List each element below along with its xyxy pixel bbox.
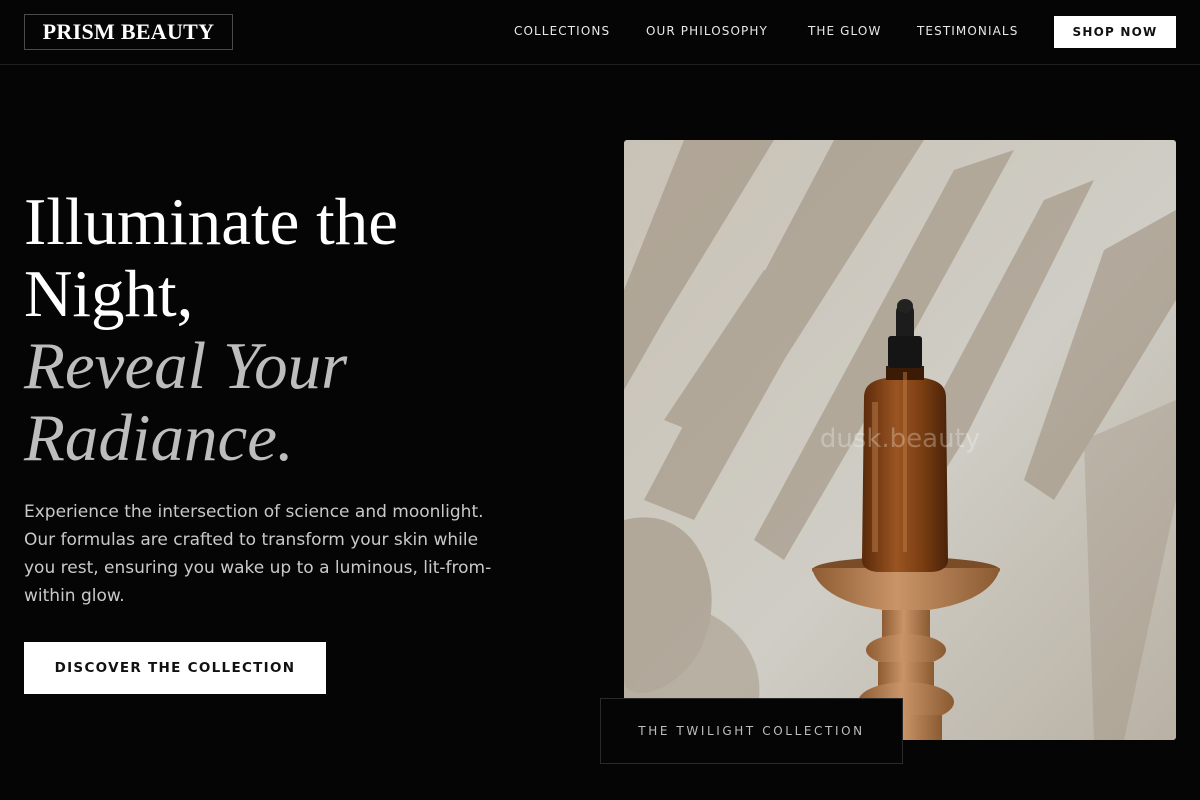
serum-bottle-illustration xyxy=(624,140,1176,740)
nav-link-testimonials[interactable]: TESTIMONIALS xyxy=(917,24,1018,38)
headline-line-2: Night, xyxy=(24,257,194,331)
headline-line-4: Radiance. xyxy=(24,401,294,475)
shop-now-button[interactable]: SHOP NOW xyxy=(1054,16,1176,48)
discover-collection-button[interactable]: DISCOVER THE COLLECTION xyxy=(24,642,326,694)
nav-link-the-glow[interactable]: THE GLOW xyxy=(808,24,881,38)
nav-link-collections[interactable]: COLLECTIONS xyxy=(514,24,610,38)
site-header: PRISM BEAUTY COLLECTIONS OUR PHILOSOPHY … xyxy=(0,0,1200,65)
headline-line-1: Illuminate the xyxy=(24,185,398,259)
brand-logo[interactable]: PRISM BEAUTY xyxy=(24,14,233,50)
nav-link-our-philosophy[interactable]: OUR PHILOSOPHY xyxy=(646,24,768,38)
headline-line-3: Reveal Your xyxy=(24,329,348,403)
product-image: dusk.beauty xyxy=(624,140,1176,740)
landing-page: PRISM BEAUTY COLLECTIONS OUR PHILOSOPHY … xyxy=(0,0,1200,800)
hero-description: Experience the intersection of science a… xyxy=(24,502,492,606)
hero-headline: Illuminate the Night, Reveal Your Radian… xyxy=(24,186,544,474)
collection-caption: THE TWILIGHT COLLECTION xyxy=(600,698,903,764)
